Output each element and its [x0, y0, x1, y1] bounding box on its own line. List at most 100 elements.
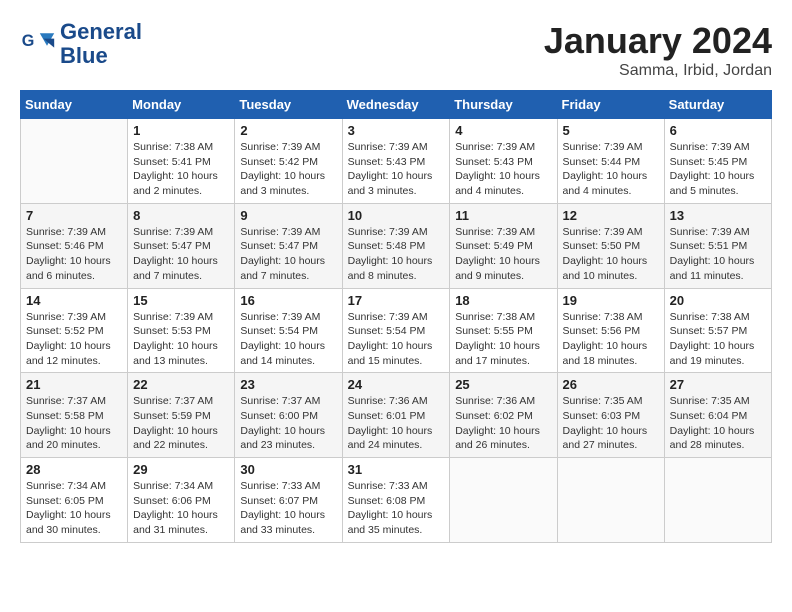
day-cell: 26 Sunrise: 7:35 AM Sunset: 6:03 PM Dayli… — [557, 373, 664, 458]
day-number: 23 — [240, 377, 336, 392]
svg-text:G: G — [22, 32, 35, 50]
day-info: Sunrise: 7:39 AM Sunset: 5:45 PM Dayligh… — [670, 140, 766, 199]
day-number: 21 — [26, 377, 122, 392]
day-cell: 6 Sunrise: 7:39 AM Sunset: 5:45 PM Daylig… — [664, 119, 771, 204]
day-cell: 17Sunrise: 7:39 AM Sunset: 5:54 PM Dayli… — [342, 288, 450, 373]
day-cell: 20Sunrise: 7:38 AM Sunset: 5:57 PM Dayli… — [664, 288, 771, 373]
day-info: Sunrise: 7:39 AM Sunset: 5:43 PM Dayligh… — [455, 140, 551, 199]
month-title: January 2024 — [544, 20, 772, 62]
day-info: Sunrise: 7:37 AM Sunset: 6:00 PM Dayligh… — [240, 394, 336, 453]
day-cell: 5 Sunrise: 7:39 AM Sunset: 5:44 PM Daylig… — [557, 119, 664, 204]
day-number: 30 — [240, 462, 336, 477]
day-number: 28 — [26, 462, 122, 477]
header-cell-monday: Monday — [128, 91, 235, 119]
day-cell: 8Sunrise: 7:39 AM Sunset: 5:47 PM Daylig… — [128, 203, 235, 288]
week-row-4: 21 Sunrise: 7:37 AM Sunset: 5:58 PM Dayli… — [21, 373, 772, 458]
day-info: Sunrise: 7:39 AM Sunset: 5:48 PM Dayligh… — [348, 225, 445, 284]
day-cell: 27 Sunrise: 7:35 AM Sunset: 6:04 PM Dayli… — [664, 373, 771, 458]
day-number: 14 — [26, 293, 122, 308]
day-number: 26 — [563, 377, 659, 392]
location: Samma, Irbid, Jordan — [544, 62, 772, 80]
day-info: Sunrise: 7:39 AM Sunset: 5:51 PM Dayligh… — [670, 225, 766, 284]
logo-icon: G — [20, 26, 56, 62]
day-info: Sunrise: 7:37 AM Sunset: 5:58 PM Dayligh… — [26, 394, 122, 453]
day-cell: 9 Sunrise: 7:39 AM Sunset: 5:47 PM Daylig… — [235, 203, 342, 288]
day-cell: 16Sunrise: 7:39 AM Sunset: 5:54 PM Dayli… — [235, 288, 342, 373]
day-number: 3 — [348, 123, 445, 138]
day-number: 19 — [563, 293, 659, 308]
day-number: 5 — [563, 123, 659, 138]
day-number: 7 — [26, 208, 122, 223]
day-cell: 30 Sunrise: 7:33 AM Sunset: 6:07 PM Dayli… — [235, 458, 342, 543]
day-info: Sunrise: 7:39 AM Sunset: 5:46 PM Dayligh… — [26, 225, 122, 284]
day-info: Sunrise: 7:39 AM Sunset: 5:44 PM Dayligh… — [563, 140, 659, 199]
day-cell: 13 Sunrise: 7:39 AM Sunset: 5:51 PM Dayli… — [664, 203, 771, 288]
day-info: Sunrise: 7:34 AM Sunset: 6:06 PM Dayligh… — [133, 479, 229, 538]
day-number: 27 — [670, 377, 766, 392]
day-cell — [557, 458, 664, 543]
day-info: Sunrise: 7:39 AM Sunset: 5:47 PM Dayligh… — [240, 225, 336, 284]
header-cell-thursday: Thursday — [450, 91, 557, 119]
day-cell: 15 Sunrise: 7:39 AM Sunset: 5:53 PM Dayli… — [128, 288, 235, 373]
day-cell: 28Sunrise: 7:34 AM Sunset: 6:05 PM Dayli… — [21, 458, 128, 543]
header-cell-saturday: Saturday — [664, 91, 771, 119]
day-number: 15 — [133, 293, 229, 308]
day-cell: 10Sunrise: 7:39 AM Sunset: 5:48 PM Dayli… — [342, 203, 450, 288]
day-number: 2 — [240, 123, 336, 138]
header-cell-wednesday: Wednesday — [342, 91, 450, 119]
header-row: SundayMondayTuesdayWednesdayThursdayFrid… — [21, 91, 772, 119]
day-cell: 11Sunrise: 7:39 AM Sunset: 5:49 PM Dayli… — [450, 203, 557, 288]
header-cell-tuesday: Tuesday — [235, 91, 342, 119]
day-number: 31 — [348, 462, 445, 477]
day-cell — [664, 458, 771, 543]
day-info: Sunrise: 7:39 AM Sunset: 5:54 PM Dayligh… — [240, 310, 336, 369]
logo: G General Blue — [20, 20, 142, 68]
day-number: 24 — [348, 377, 445, 392]
day-cell: 7 Sunrise: 7:39 AM Sunset: 5:46 PM Daylig… — [21, 203, 128, 288]
day-cell: 21 Sunrise: 7:37 AM Sunset: 5:58 PM Dayli… — [21, 373, 128, 458]
day-cell: 14 Sunrise: 7:39 AM Sunset: 5:52 PM Dayli… — [21, 288, 128, 373]
day-cell: 24Sunrise: 7:36 AM Sunset: 6:01 PM Dayli… — [342, 373, 450, 458]
day-number: 4 — [455, 123, 551, 138]
day-info: Sunrise: 7:33 AM Sunset: 6:07 PM Dayligh… — [240, 479, 336, 538]
day-number: 29 — [133, 462, 229, 477]
day-info: Sunrise: 7:33 AM Sunset: 6:08 PM Dayligh… — [348, 479, 445, 538]
day-info: Sunrise: 7:38 AM Sunset: 5:55 PM Dayligh… — [455, 310, 551, 369]
day-number: 13 — [670, 208, 766, 223]
day-info: Sunrise: 7:39 AM Sunset: 5:52 PM Dayligh… — [26, 310, 122, 369]
day-cell: 3Sunrise: 7:39 AM Sunset: 5:43 PM Daylig… — [342, 119, 450, 204]
header-cell-friday: Friday — [557, 91, 664, 119]
day-info: Sunrise: 7:35 AM Sunset: 6:03 PM Dayligh… — [563, 394, 659, 453]
day-number: 11 — [455, 208, 551, 223]
day-info: Sunrise: 7:39 AM Sunset: 5:50 PM Dayligh… — [563, 225, 659, 284]
day-info: Sunrise: 7:35 AM Sunset: 6:04 PM Dayligh… — [670, 394, 766, 453]
day-info: Sunrise: 7:36 AM Sunset: 6:02 PM Dayligh… — [455, 394, 551, 453]
day-info: Sunrise: 7:38 AM Sunset: 5:57 PM Dayligh… — [670, 310, 766, 369]
day-cell — [21, 119, 128, 204]
day-cell — [450, 458, 557, 543]
day-number: 17 — [348, 293, 445, 308]
day-cell: 22 Sunrise: 7:37 AM Sunset: 5:59 PM Dayli… — [128, 373, 235, 458]
day-cell: 25 Sunrise: 7:36 AM Sunset: 6:02 PM Dayli… — [450, 373, 557, 458]
day-cell: 4 Sunrise: 7:39 AM Sunset: 5:43 PM Daylig… — [450, 119, 557, 204]
day-cell: 1Sunrise: 7:38 AM Sunset: 5:41 PM Daylig… — [128, 119, 235, 204]
day-info: Sunrise: 7:39 AM Sunset: 5:47 PM Dayligh… — [133, 225, 229, 284]
day-number: 9 — [240, 208, 336, 223]
day-info: Sunrise: 7:37 AM Sunset: 5:59 PM Dayligh… — [133, 394, 229, 453]
week-row-2: 7 Sunrise: 7:39 AM Sunset: 5:46 PM Daylig… — [21, 203, 772, 288]
day-info: Sunrise: 7:39 AM Sunset: 5:42 PM Dayligh… — [240, 140, 336, 199]
day-number: 22 — [133, 377, 229, 392]
day-number: 25 — [455, 377, 551, 392]
header-cell-sunday: Sunday — [21, 91, 128, 119]
calendar-table: SundayMondayTuesdayWednesdayThursdayFrid… — [20, 90, 772, 543]
day-info: Sunrise: 7:39 AM Sunset: 5:53 PM Dayligh… — [133, 310, 229, 369]
day-number: 6 — [670, 123, 766, 138]
day-cell: 19 Sunrise: 7:38 AM Sunset: 5:56 PM Dayli… — [557, 288, 664, 373]
day-cell: 12Sunrise: 7:39 AM Sunset: 5:50 PM Dayli… — [557, 203, 664, 288]
day-info: Sunrise: 7:38 AM Sunset: 5:56 PM Dayligh… — [563, 310, 659, 369]
day-number: 1 — [133, 123, 229, 138]
title-block: January 2024 Samma, Irbid, Jordan — [544, 20, 772, 80]
day-cell: 18Sunrise: 7:38 AM Sunset: 5:55 PM Dayli… — [450, 288, 557, 373]
day-cell: 2 Sunrise: 7:39 AM Sunset: 5:42 PM Daylig… — [235, 119, 342, 204]
week-row-3: 14 Sunrise: 7:39 AM Sunset: 5:52 PM Dayli… — [21, 288, 772, 373]
